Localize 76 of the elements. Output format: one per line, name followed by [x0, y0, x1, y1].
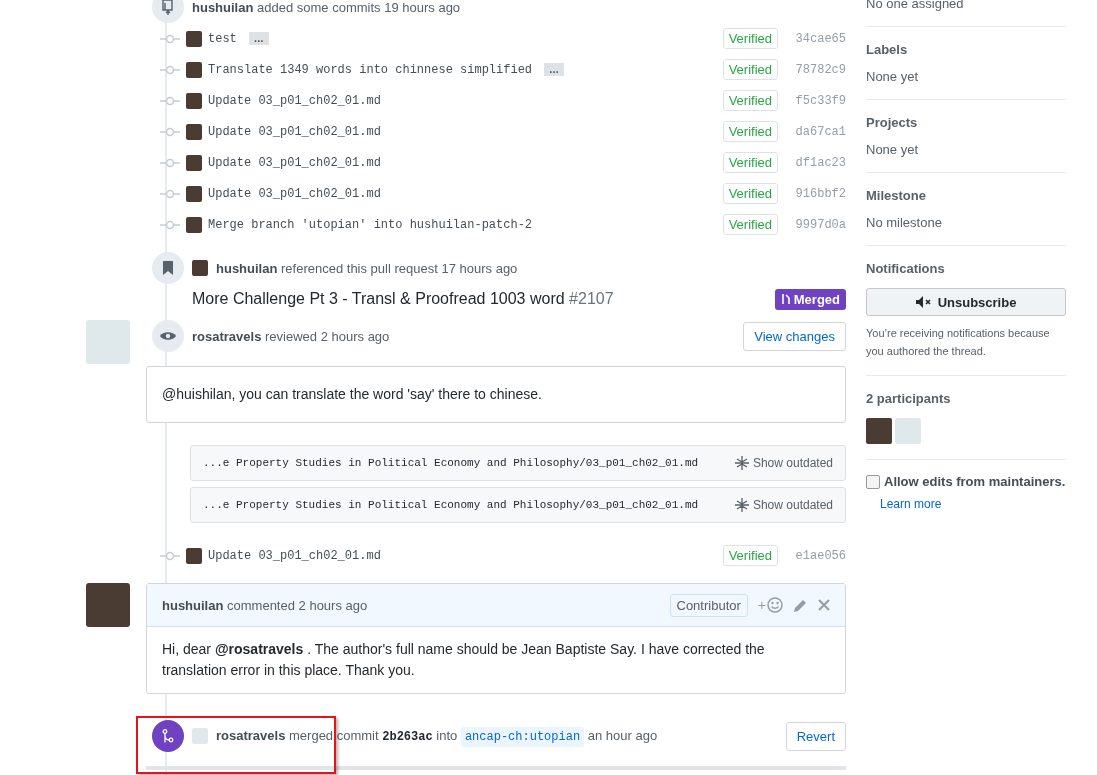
commit-sha[interactable]: 78782c9 — [784, 62, 846, 77]
commit-message[interactable]: Update 03_p01_ch02_01.md — [208, 186, 381, 201]
section-title: 2 participants — [866, 391, 952, 406]
unfold-icon — [734, 498, 749, 512]
merged-badge: Merged — [774, 288, 846, 310]
merge-icon — [152, 720, 184, 752]
commit-dot-icon — [160, 95, 180, 106]
unsubscribe-button[interactable]: Unsubscribe — [866, 288, 1066, 316]
section-value: None yet — [866, 69, 920, 84]
pencil-icon[interactable] — [793, 597, 808, 613]
section-title: Labels — [866, 42, 909, 57]
allow-edits-checkbox[interactable]: Allow edits from maintainers. — [866, 474, 1066, 489]
section-title: Notifications — [866, 261, 946, 276]
section-value: None yet — [866, 142, 920, 157]
section-title: Milestone — [866, 188, 927, 203]
verified-badge[interactable]: Verified — [722, 183, 778, 204]
learn-more-link[interactable]: Learn more — [880, 497, 942, 511]
verified-badge[interactable]: Verified — [722, 214, 778, 235]
commit-message[interactable]: Update 03_p01_ch02_01.md — [208, 124, 381, 139]
commit-dot-icon — [160, 550, 180, 561]
avatar[interactable] — [186, 92, 202, 109]
section-title: Projects — [866, 115, 919, 130]
commit-sha[interactable]: e1ae056 — [784, 548, 846, 563]
show-outdated-button[interactable]: Show outdated — [734, 498, 833, 512]
unfold-icon — [734, 456, 749, 470]
commit-message[interactable]: Update 03_p01_ch02_01.md — [208, 548, 381, 563]
commit-sha[interactable]: 916bbf2 — [784, 186, 846, 201]
avatar[interactable] — [186, 30, 202, 47]
event-text: rosatravels merged commit 2b263ac into ancap-ch:utopian an hour ago — [216, 728, 778, 744]
avatar[interactable] — [186, 61, 202, 78]
eye-icon — [152, 320, 184, 352]
expand-button[interactable]: … — [544, 63, 565, 76]
bookmark-icon — [152, 252, 184, 284]
avatar[interactable] — [186, 547, 202, 564]
commit-dot-icon — [160, 33, 180, 44]
commit-message[interactable]: Merge branch 'utopian' into hushuilan-patch-2 — [208, 217, 533, 232]
commit-icon — [152, 0, 184, 23]
avatar[interactable] — [186, 154, 202, 171]
commit-message[interactable]: Update 03_p01_ch02_01.md — [208, 155, 381, 170]
pull-request-title[interactable]: More Challenge Pt 3 - Transl & Proofread 1003 word #2107 — [192, 290, 775, 308]
close-icon[interactable] — [818, 599, 830, 611]
revert-button[interactable]: Revert — [785, 721, 846, 751]
commit-message[interactable]: test — [208, 31, 237, 46]
commit-dot-icon — [160, 157, 180, 168]
section-value: No milestone — [866, 215, 943, 230]
comment-body: Hi, dear @rosatravels . The author's full name should be Jean Baptiste Say. I have corrected the translation error in this place. Thank you. — [161, 640, 766, 680]
event-text: hushuilan commented 2 hours ago — [162, 597, 369, 613]
review-comment: @huishilan, you can translate the word 'say' there to chinese. — [161, 385, 543, 404]
file-path[interactable]: ...e Property Studies in Political Economy and Philosophy/03_p01_ch02_01.md — [203, 457, 699, 469]
avatar[interactable] — [186, 123, 202, 140]
avatar[interactable] — [186, 216, 202, 233]
commit-sha[interactable]: 9997d0a — [784, 217, 846, 232]
verified-badge[interactable]: Verified — [722, 28, 778, 49]
commit-dot-icon — [160, 64, 180, 75]
commit-dot-icon — [160, 188, 180, 199]
mute-icon — [915, 296, 932, 308]
commit-message[interactable]: Translate 1349 words into chinnese simplified — [208, 62, 533, 77]
commit-sha[interactable]: da67ca1 — [784, 124, 846, 139]
show-outdated-button[interactable]: Show outdated — [734, 456, 833, 470]
notification-note: You’re receiving notifications because you authored the thread. — [866, 326, 1051, 359]
verified-badge[interactable]: Verified — [722, 545, 778, 566]
event-text: hushuilan added some commits 19 hours ago — [192, 0, 462, 15]
commit-dot-icon — [160, 219, 180, 230]
event-text: rosatravels reviewed 2 hours ago — [192, 328, 391, 344]
verified-badge[interactable]: Verified — [722, 59, 778, 80]
verified-badge[interactable]: Verified — [722, 90, 778, 111]
verified-badge[interactable]: Verified — [722, 152, 778, 173]
commit-message[interactable]: Update 03_p01_ch02_01.md — [208, 93, 381, 108]
expand-button[interactable]: … — [248, 32, 269, 45]
file-path[interactable]: ...e Property Studies in Political Economy and Philosophy/03_p01_ch02_01.md — [203, 499, 699, 511]
avatar[interactable] — [186, 185, 202, 202]
commit-dot-icon — [160, 126, 180, 137]
view-changes-button[interactable]: View changes — [743, 321, 846, 351]
contributor-badge: Contributor — [669, 593, 748, 617]
event-text: hushuilan referenced this pull request 17 hours ago — [216, 260, 519, 276]
verified-badge[interactable]: Verified — [722, 121, 778, 142]
